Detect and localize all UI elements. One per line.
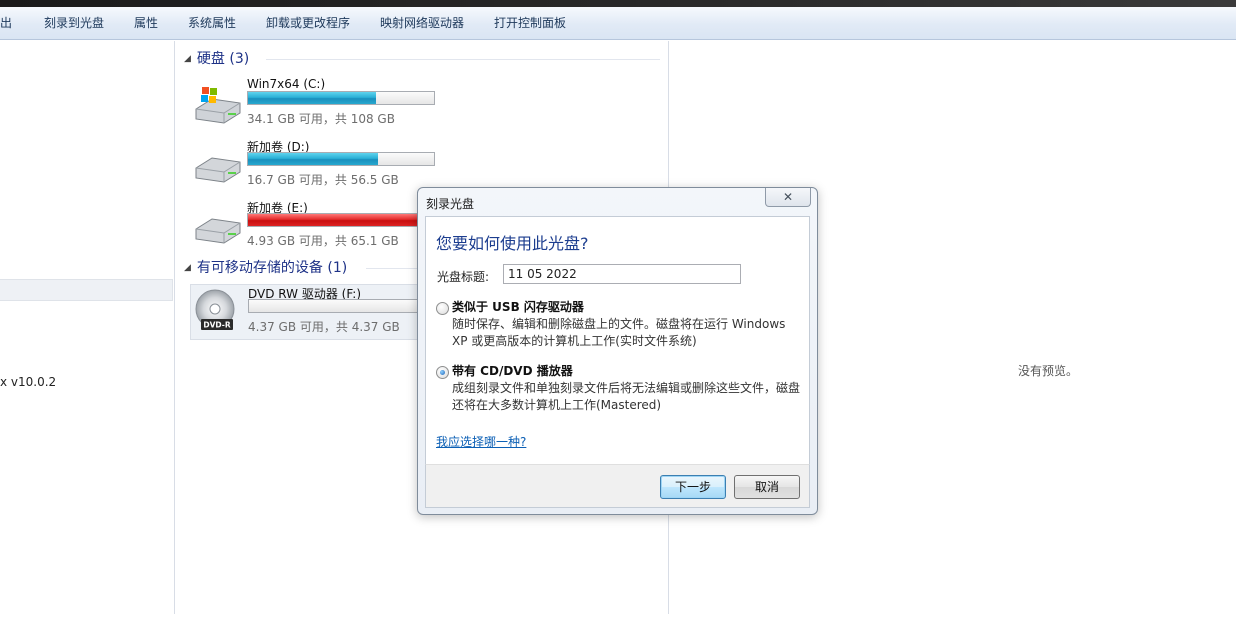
cancel-button[interactable]: 取消 <box>734 475 800 499</box>
drive-space-info: 34.1 GB 可用，共 108 GB <box>247 112 395 126</box>
option-usb-title[interactable]: 类似于 USB 闪存驱动器 <box>452 298 584 315</box>
drive-usage-bar <box>247 213 435 227</box>
hard-drive-icon <box>195 218 241 244</box>
drive-space-info: 4.93 GB 可用，共 65.1 GB <box>247 234 399 248</box>
burn-disc-dialog: 刻录光盘 ✕ 您要如何使用此光盘? 光盘标题: 类似于 USB 闪存驱动器 随时… <box>417 187 818 515</box>
command-bar: 弹出 刻录到光盘 属性 系统属性 卸载或更改程序 映射网络驱动器 打开控制面板 <box>0 7 1236 40</box>
next-button[interactable]: 下一步 <box>660 475 726 499</box>
collapse-triangle-icon[interactable]: ◢ <box>184 54 191 64</box>
drive-name: Win7x64 (C:) <box>247 77 326 91</box>
toolbar-map-network-drive[interactable]: 映射网络驱动器 <box>380 7 464 40</box>
dvd-disc-icon: DVD-R <box>195 289 235 330</box>
drive-usage-bar <box>247 152 435 166</box>
toolbar-properties[interactable]: 属性 <box>134 7 158 40</box>
window-top-strip <box>0 0 1236 7</box>
group-label: 硬盘 (3) <box>196 51 250 67</box>
collapse-triangle-icon[interactable]: ◢ <box>184 263 191 273</box>
drive-f-dvd[interactable]: DVD-R DVD RW 驱动器 (F:) 4.37 GB 可用，共 4.37 … <box>190 284 420 340</box>
toolbar-burn-to-disc[interactable]: 刻录到光盘 <box>44 7 104 40</box>
option-cd-dvd-title[interactable]: 带有 CD/DVD 播放器 <box>452 362 573 379</box>
drive-d[interactable]: 新加卷 (D:) 16.7 GB 可用，共 56.5 GB <box>190 138 650 194</box>
drive-usage-bar <box>248 299 418 313</box>
toolbar-system-properties[interactable]: 系统属性 <box>188 7 236 40</box>
details-bar <box>0 614 1236 637</box>
group-divider <box>266 59 660 60</box>
toolbar-uninstall-program[interactable]: 卸载或更改程序 <box>266 7 350 40</box>
option-usb-desc: 随时保存、编辑和删除磁盘上的文件。磁盘将在运行 Windows XP 或更高版本… <box>452 317 786 348</box>
drive-usage-bar <box>247 91 435 105</box>
drive-space-info: 16.7 GB 可用，共 56.5 GB <box>247 173 399 187</box>
option-cd-dvd-radio[interactable] <box>436 366 449 379</box>
drive-usage-fill <box>248 214 420 226</box>
windows-drive-icon <box>195 87 241 124</box>
close-icon[interactable]: ✕ <box>765 188 811 207</box>
dialog-title: 刻录光盘 <box>426 197 475 211</box>
group-header-hard-disks[interactable]: ◢ 硬盘 (3) <box>184 49 249 69</box>
help-link[interactable]: 我应选择哪一种? <box>436 433 526 450</box>
option-cd-dvd-desc: 成组刻录文件和单独刻录文件后将无法编辑或删除这些文件，磁盘还将在大多数计算机上工… <box>452 381 801 412</box>
group-header-removable[interactable]: ◢ 有可移动存储的设备 (1) <box>184 258 347 278</box>
toolbar-open-control-panel[interactable]: 打开控制面板 <box>494 7 566 40</box>
dvd-badge: DVD-R <box>203 321 231 330</box>
drive-space-info: 4.37 GB 可用，共 4.37 GB <box>248 320 400 334</box>
toolbar-eject[interactable]: 弹出 <box>0 7 12 40</box>
navigation-pane[interactable]: x v10.0.2 <box>0 41 175 614</box>
nav-selected-item[interactable] <box>0 279 173 301</box>
dialog-footer: 下一步 取消 <box>425 464 810 508</box>
hard-drive-icon <box>195 157 241 183</box>
disc-title-input[interactable] <box>503 264 741 284</box>
no-preview-text: 没有预览。 <box>1018 364 1079 378</box>
drive-c[interactable]: Win7x64 (C:) 34.1 GB 可用，共 108 GB <box>190 77 650 133</box>
nav-item-text[interactable]: x v10.0.2 <box>0 375 56 389</box>
option-usb-radio[interactable] <box>436 302 449 315</box>
drive-usage-fill <box>248 153 379 165</box>
dialog-question: 您要如何使用此光盘? <box>436 234 589 253</box>
drive-usage-fill <box>248 92 377 104</box>
group-label: 有可移动存储的设备 (1) <box>196 260 348 276</box>
disc-title-label: 光盘标题: <box>437 270 490 284</box>
dialog-body: 您要如何使用此光盘? 光盘标题: 类似于 USB 闪存驱动器 随时保存、编辑和删… <box>425 216 810 464</box>
